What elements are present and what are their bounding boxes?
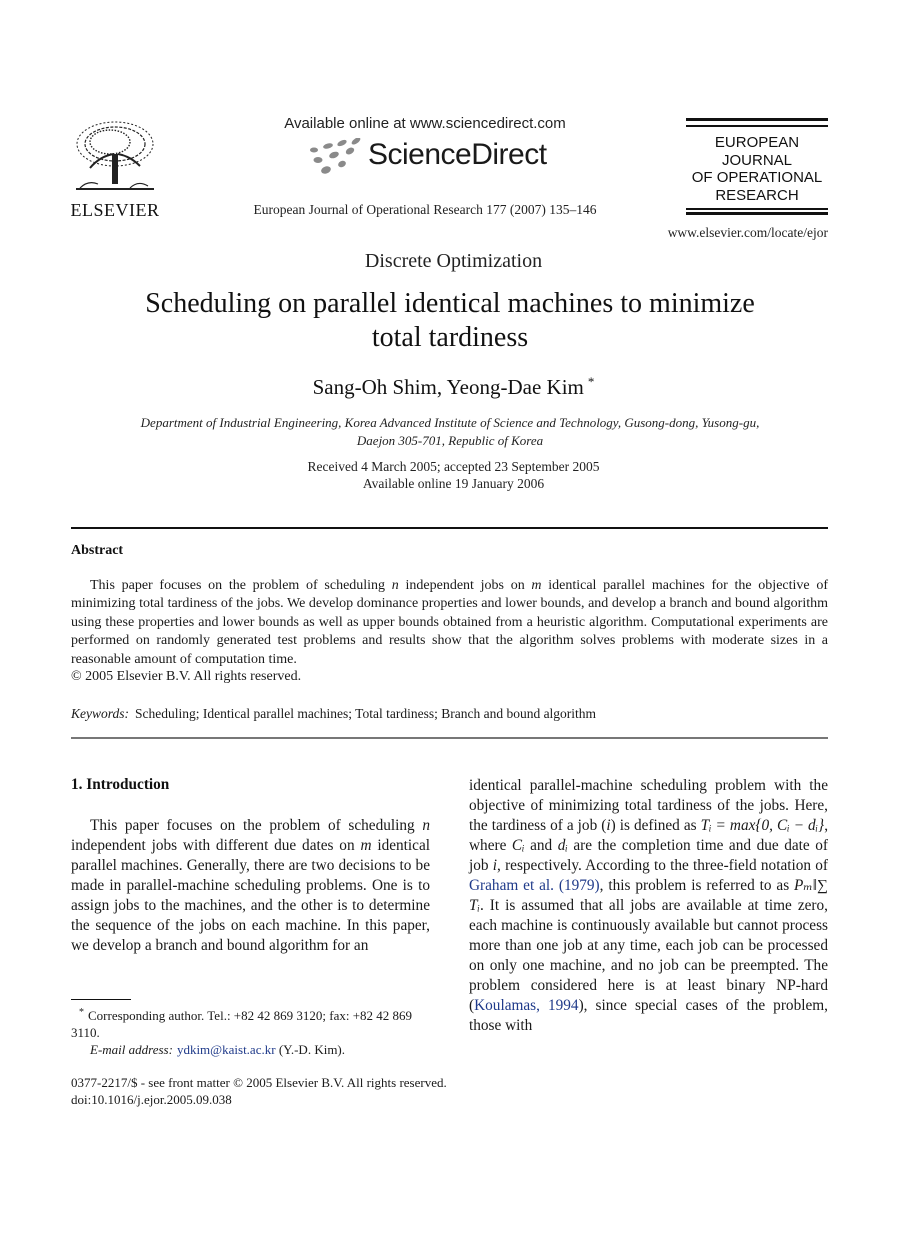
body-text: , this problem is referred to as [599,877,795,894]
elsevier-logo: ELSEVIER [68,118,162,220]
body-text: ) is defined as [610,817,701,834]
article-dates: Received 4 March 2005; accepted 23 Septe… [0,458,907,492]
section-heading-introduction: 1. Introduction [71,776,170,793]
footnote-email: E-mail address: ydkim@kaist.ac.kr (Y.-D. … [71,1041,430,1058]
body-text: identical parallel machines. Generally, … [71,837,430,954]
body-paragraph: This paper focuses on the problem of sch… [71,816,430,956]
email-link[interactable]: ydkim@kaist.ac.kr [177,1042,276,1057]
keywords-label: Keywords: [71,706,129,721]
abstract-heading: Abstract [71,543,124,558]
tardiness-formula: Tᵢ = max{0, Cᵢ − dᵢ} [700,817,825,834]
abstract-body: This paper focuses on the problem of sch… [71,577,828,669]
ejor-title-line: JOURNAL [721,151,792,169]
elsevier-tree-icon [76,121,154,190]
received-date: Received 4 March 2005; accepted 23 Septe… [307,459,600,474]
paper-title-line: total tardiness [371,322,529,353]
section-label: Discrete Optimization [364,250,543,272]
footnote: * Corresponding author. Tel.: +82 42 869 … [71,1004,430,1058]
affiliation: Department of Industrial Engineering, Ko… [100,414,800,450]
abstract-top-rule [71,527,828,529]
ejor-logo: EUROPEAN JOURNAL OF OPERATIONAL RESEARCH [686,118,828,218]
affiliation-line: Daejon 305-701, Republic of Korea [356,433,544,448]
elsevier-wordmark: ELSEVIER [70,200,160,220]
email-suffix: (Y.-D. Kim). [275,1042,346,1057]
journal-reference: European Journal of Operational Research… [253,202,597,217]
body-text: , respectively. According to the three-f… [497,857,829,874]
ejor-title: EUROPEAN JOURNAL OF OPERATIONAL RESEARCH [686,134,828,204]
available-online-date: Available online 19 January 2006 [362,476,545,491]
author-names: Sang-Oh Shim, Yeong-Dae Kim [312,375,584,399]
citation-graham-1979[interactable]: Graham et al. (1979) [469,877,600,894]
math-variable: m [531,578,542,593]
keywords-list: Scheduling; Identical parallel machines;… [135,706,597,721]
email-label: E-mail address: [90,1042,173,1057]
math-variable: n [422,817,430,834]
math-variable: dᵢ [557,837,568,854]
body-text: independent jobs with different due date… [71,837,361,854]
ejor-title-line: RESEARCH [715,186,799,204]
footnote-corresponding-author: * Corresponding author. Tel.: +82 42 869 … [71,1004,430,1041]
sciencedirect-wordmark: ScienceDirect [368,138,547,171]
page-footer: 0377-2217/$ - see front matter © 2005 El… [71,1074,447,1108]
abstract-bottom-rule [71,737,828,739]
ejor-rule-top-thick [686,118,828,121]
paper-title: Scheduling on parallel identical machine… [90,287,810,355]
abstract-copyright: © 2005 Elsevier B.V. All rights reserved… [71,669,302,684]
introduction-right-column: identical parallel-machine scheduling pr… [469,776,828,1036]
introduction-left-column: This paper focuses on the problem of sch… [71,816,430,956]
issn-line: 0377-2217/$ - see front matter © 2005 El… [71,1075,447,1090]
math-variable: m [360,837,372,854]
body-text: and [524,837,558,854]
sciencedirect-logo[interactable]: ScienceDirect [306,136,556,180]
abstract-text: This paper focuses on the problem of sch… [90,578,392,593]
citation-koulamas-1994[interactable]: Koulamas, 1994 [474,997,578,1014]
footnote-text: Corresponding author. Tel.: +82 42 869 3… [71,1008,413,1040]
sciencedirect-dots-icon [310,138,361,174]
footnote-mark: * [79,1007,84,1018]
ejor-title-line: EUROPEAN [714,134,800,151]
available-online-banner[interactable]: Available online at www.sciencedirect.co… [240,115,610,132]
doi-line[interactable]: doi:10.1016/j.ejor.2005.09.038 [71,1091,447,1108]
body-paragraph: identical parallel-machine scheduling pr… [469,776,828,1036]
authors: Sang-Oh Shim, Yeong-Dae Kim * [0,374,907,400]
body-text: This paper focuses on the problem of sch… [90,817,423,834]
footnote-rule [71,999,131,1001]
ejor-title-line: OF OPERATIONAL [691,169,823,186]
journal-url-link[interactable]: www.elsevier.com/locate/ejor [640,225,828,241]
keywords: Keywords: Scheduling; Identical parallel … [71,706,596,722]
ejor-rule-top-thin [686,125,828,127]
math-variable: Cᵢ [511,837,525,854]
paper-title-line: Scheduling on parallel identical machine… [145,288,755,319]
affiliation-line: Department of Industrial Engineering, Ko… [140,415,760,430]
ejor-rule-bottom-thick [686,212,828,215]
abstract-paragraph: This paper focuses on the problem of sch… [71,577,828,669]
corresponding-author-mark[interactable]: * [588,374,595,389]
ejor-rule-bottom-thin [686,208,828,210]
abstract-text: independent jobs on [398,578,532,593]
math-variable: n [391,578,399,593]
